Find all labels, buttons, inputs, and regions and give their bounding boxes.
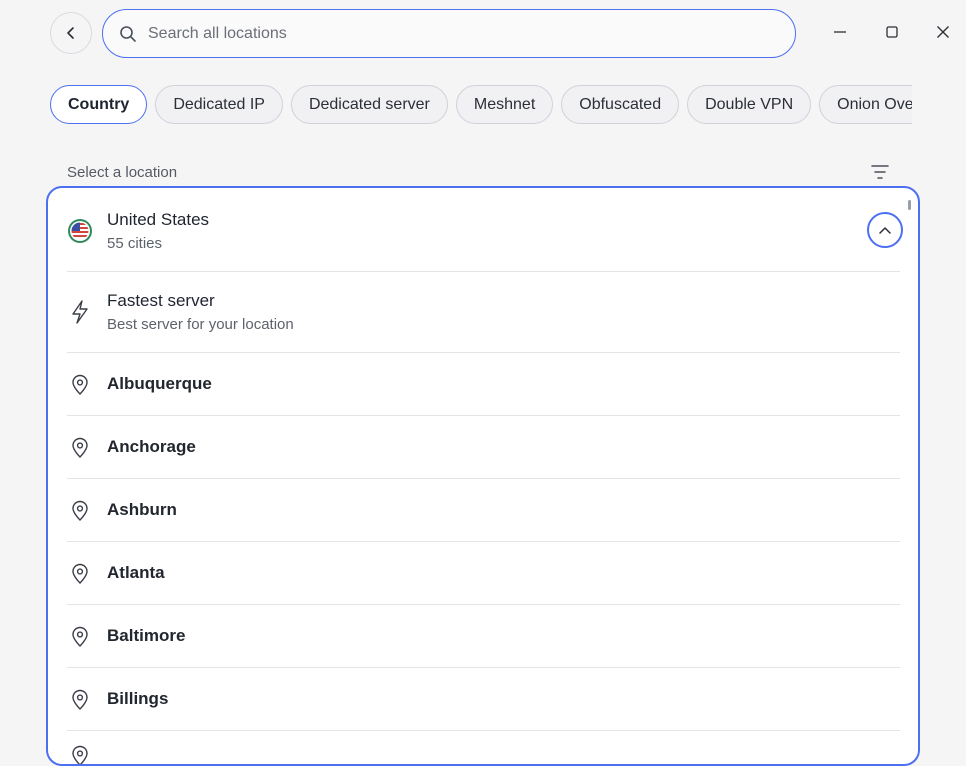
city-row[interactable]: Atlanta [67, 542, 900, 605]
city-row[interactable]: Anchorage [67, 416, 900, 479]
city-row[interactable]: Baltimore [67, 605, 900, 668]
location-pin-icon [67, 743, 93, 764]
location-pin-icon [67, 561, 93, 587]
location-pin-icon [67, 372, 93, 398]
location-list-panel: United States 55 cities Fastest server B… [46, 186, 920, 766]
city-name: Anchorage [107, 437, 196, 456]
country-cities-count: 55 cities [107, 235, 163, 252]
close-button[interactable] [934, 23, 952, 41]
city-row[interactable]: Billings [67, 668, 900, 731]
chip-onion-over-vpn[interactable]: Onion Over VPN [819, 85, 912, 124]
section-label: Select a location [67, 164, 178, 181]
fastest-server-title: Fastest server [107, 291, 215, 310]
city-name: Baltimore [107, 626, 186, 645]
city-row[interactable] [67, 731, 900, 764]
chip-meshnet[interactable]: Meshnet [455, 85, 554, 124]
city-name: Ashburn [107, 500, 177, 519]
location-pin-icon [67, 435, 93, 461]
fastest-server-row[interactable]: Fastest server Best server for your loca… [67, 272, 900, 353]
location-pin-icon [67, 498, 93, 524]
city-row[interactable]: Albuquerque [67, 353, 900, 416]
lightning-icon [67, 299, 93, 325]
close-icon [937, 26, 949, 38]
maximize-button[interactable] [883, 23, 901, 41]
country-name: United States [107, 210, 210, 229]
city-row[interactable]: Ashburn [67, 479, 900, 542]
chip-dedicated-server[interactable]: Dedicated server [290, 85, 448, 124]
country-row-united-states[interactable]: United States 55 cities [67, 188, 903, 272]
chip-obfuscated[interactable]: Obfuscated [561, 85, 680, 124]
search-box[interactable] [102, 9, 796, 58]
city-name: Albuquerque [107, 374, 212, 393]
chip-double-vpn[interactable]: Double VPN [687, 85, 812, 124]
chip-dedicated-ip[interactable]: Dedicated IP [155, 85, 283, 124]
us-flag-icon [67, 218, 93, 244]
fastest-server-subtitle: Best server for your location [107, 316, 294, 333]
location-pin-icon [67, 624, 93, 650]
location-pin-icon [67, 687, 93, 713]
minimize-icon [834, 31, 846, 33]
sort-filter-button[interactable] [870, 163, 890, 181]
collapse-button[interactable] [867, 212, 903, 248]
chip-country[interactable]: Country [50, 85, 148, 124]
minimize-button[interactable] [831, 23, 849, 41]
chevron-left-icon [67, 27, 74, 39]
maximize-icon [886, 26, 898, 38]
chevron-up-icon [879, 227, 891, 234]
scrollbar[interactable] [908, 200, 911, 210]
back-button[interactable] [50, 12, 92, 54]
city-name: Atlanta [107, 563, 165, 582]
filter-icon [871, 165, 889, 179]
search-input[interactable] [146, 23, 795, 44]
city-name: Billings [107, 689, 169, 708]
category-chips: Country Dedicated IP Dedicated server Meshn… [50, 85, 912, 125]
search-icon [119, 25, 137, 43]
